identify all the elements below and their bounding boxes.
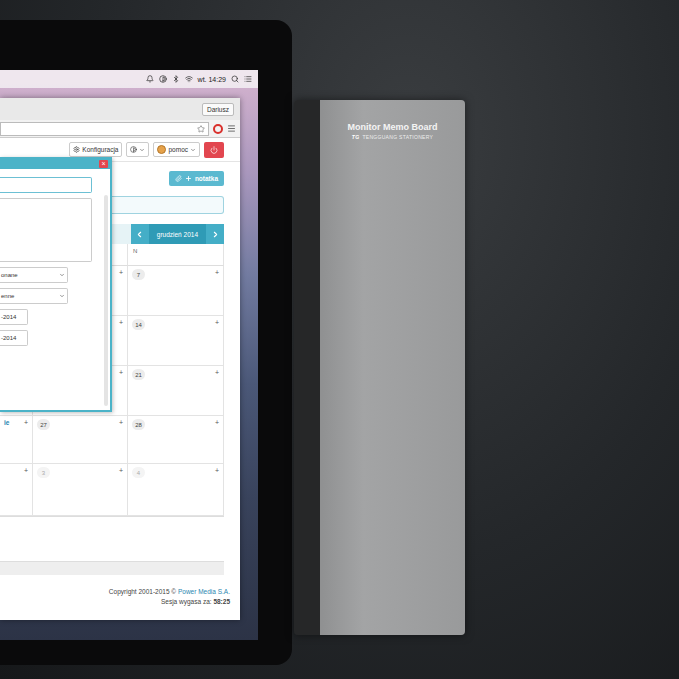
profile-button[interactable]: Dariusz [202,103,234,116]
browser-title-bar: Dariusz [0,98,240,120]
address-field[interactable] [0,122,209,136]
date-field[interactable]: -2014 [0,309,28,325]
memo-board: Monitor Memo Board TGTENGGUANG STATIONERY [294,100,465,635]
add-note-button[interactable]: notatka [169,171,224,186]
plus-icon [185,175,192,182]
wifi-icon[interactable] [185,75,193,83]
contrast-button[interactable] [126,142,149,157]
bluetooth-icon[interactable] [172,75,180,83]
text-field[interactable] [0,177,92,193]
select-field[interactable]: enne [0,288,68,304]
product-scene: wt. 14:29 Dariusz Konfiguracja pomoc notatka… [0,0,679,679]
calendar-cell[interactable]: 3+ [33,464,128,516]
bottom-bar [0,561,224,575]
add-event-button[interactable]: + [119,269,123,276]
add-event-button[interactable]: + [215,319,219,326]
textarea-field[interactable] [0,198,92,262]
sync-icon[interactable] [159,75,167,83]
add-event-button[interactable]: + [119,369,123,376]
brand-logo: TG [352,134,360,140]
calendar-cell[interactable]: 7+ [128,266,224,316]
contrast-icon [130,146,137,153]
day-number: 14 [132,319,145,330]
add-event-button[interactable]: + [24,419,28,426]
caret-icon [190,147,196,153]
logout-button[interactable] [204,142,224,158]
chevron-left-icon [135,230,144,239]
day-number: 7 [132,269,145,280]
dialog-header: × [0,159,110,169]
add-event-button[interactable]: + [24,467,28,474]
day-number: 3 [37,467,50,478]
add-event-button[interactable]: + [215,369,219,376]
monitor: wt. 14:29 Dariusz Konfiguracja pomoc notatka… [0,20,292,665]
list-icon[interactable] [244,75,252,83]
opera-icon[interactable] [213,124,223,134]
star-icon[interactable] [197,125,205,133]
caret-icon [59,272,65,278]
settings-button[interactable]: Konfiguracja [69,142,122,157]
calendar-cell[interactable]: 27 + [33,416,128,464]
next-button[interactable] [206,224,224,244]
prev-button[interactable] [131,224,149,244]
weekday-header: N [128,244,224,266]
address-row [0,120,240,138]
add-event-button[interactable]: + [215,467,219,474]
browser-window: Dariusz Konfiguracja pomoc notatka grudzień … [0,98,240,620]
caret-icon [59,293,65,299]
paperclip-icon [175,175,182,182]
scrollbar[interactable] [104,195,108,406]
clock[interactable]: wt. 14:29 [198,76,226,83]
add-event-button[interactable]: + [119,467,123,474]
day-number: 28 [132,419,145,430]
calendar-cell[interactable]: + [0,464,33,516]
add-event-button[interactable]: + [119,319,123,326]
calendar-cell[interactable]: 4+ [128,464,224,516]
help-button[interactable]: pomoc [153,142,200,157]
close-button[interactable]: × [99,160,108,168]
memo-title: Monitor Memo Board [348,122,438,132]
gear-icon [73,146,80,153]
caret-icon [139,147,145,153]
add-event-button[interactable]: + [119,419,123,426]
date-field[interactable]: -2014 [0,330,28,346]
day-number: 21 [132,369,145,380]
power-icon [210,146,218,154]
search-icon[interactable] [231,75,239,83]
desktop: Dariusz Konfiguracja pomoc notatka grudzień … [0,88,258,620]
avatar-icon [157,145,166,154]
menu-icon[interactable] [227,124,236,133]
memo-brand: TGTENGGUANG STATIONERY [352,134,433,140]
calendar-cell[interactable]: 21 + [128,366,224,416]
event-link[interactable]: ie [4,419,9,426]
day-number: 27 [37,419,50,430]
dialog-body: onane enne -2014 -2014 [0,169,110,410]
field-list: onane enne -2014 -2014 [0,177,102,406]
calendar-cell[interactable]: 14 + [128,316,224,366]
day-number: 4 [132,467,145,478]
chevron-right-icon [211,230,220,239]
bell-icon[interactable] [146,75,154,83]
select-field[interactable]: onane [0,267,68,283]
calendar-cell[interactable]: 28 + [128,416,224,464]
memo-panel: Monitor Memo Board TGTENGGUANG STATIONERY [320,100,465,635]
add-event-button[interactable]: + [215,419,219,426]
screen: wt. 14:29 Dariusz Konfiguracja pomoc notatka… [0,70,258,640]
company-link[interactable]: Power Media S.A. [178,588,230,595]
memo-strip [294,100,320,635]
footer: Copyright 2001-2015 © Power Media S.A.Se… [0,575,240,620]
month-label: grudzień 2014 [149,224,206,244]
add-event-button[interactable]: + [215,269,219,276]
note-dialog: × onane enne -2014 -2014 [0,157,112,412]
calendar-cell[interactable]: ie + [0,416,33,464]
menu-bar: wt. 14:29 [0,70,258,88]
